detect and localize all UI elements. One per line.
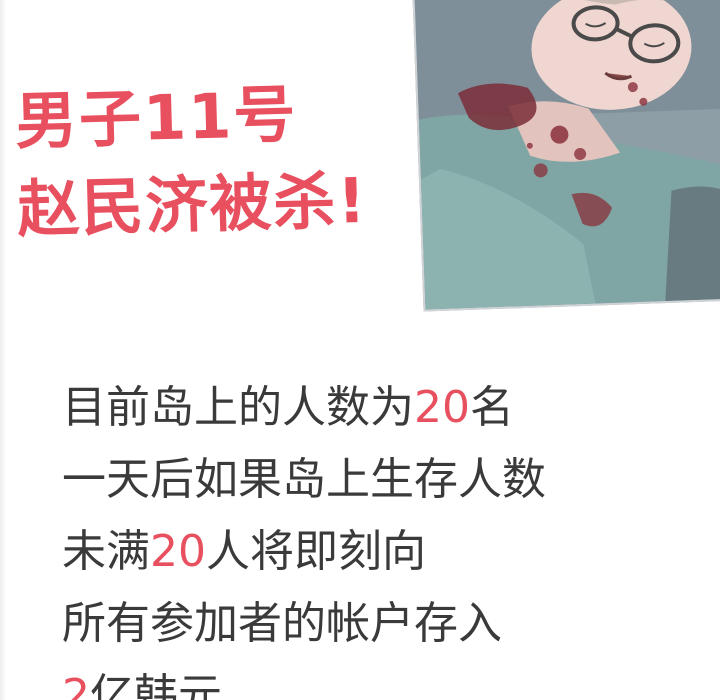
headline-line-1: 男子11号 <box>14 77 299 158</box>
announcement-line-1: 目前岛上的人数为20名 <box>62 372 546 444</box>
line-1-text-b: 名 <box>470 382 514 433</box>
line-1-number: 20 <box>414 382 470 433</box>
paper-edge <box>0 0 6 700</box>
announcement-line-5: 2亿韩元 <box>62 660 546 700</box>
headline-line-2: 赵民济被杀! <box>16 163 369 246</box>
victim-portrait-illustration <box>414 0 720 310</box>
announcement-line-2: 一天后如果岛上生存人数 <box>62 454 546 505</box>
victim-photo <box>412 0 720 312</box>
announcement-line-4: 所有参加者的帐户存入 <box>62 598 502 649</box>
line-3-number: 20 <box>150 526 206 577</box>
announcement-text: 目前岛上的人数为20名 一天后如果岛上生存人数 未满20人将即刻向 所有参加者的… <box>62 372 546 700</box>
line-3-text-a: 未满 <box>62 526 150 577</box>
line-3-text-b: 人将即刻向 <box>206 526 426 577</box>
line-1-text-a: 目前岛上的人数为 <box>62 382 414 433</box>
headline: 男子11号 赵民济被杀! <box>14 69 369 254</box>
comic-panel: 男子11号 赵民济被杀! 目前岛上的人数为20名 一天后如果岛上生存人数 未满2… <box>0 0 720 700</box>
line-5-number: 2 <box>62 670 90 700</box>
announcement-line-3: 未满20人将即刻向 <box>62 516 546 588</box>
line-5-text-b: 亿韩元 <box>90 670 222 700</box>
